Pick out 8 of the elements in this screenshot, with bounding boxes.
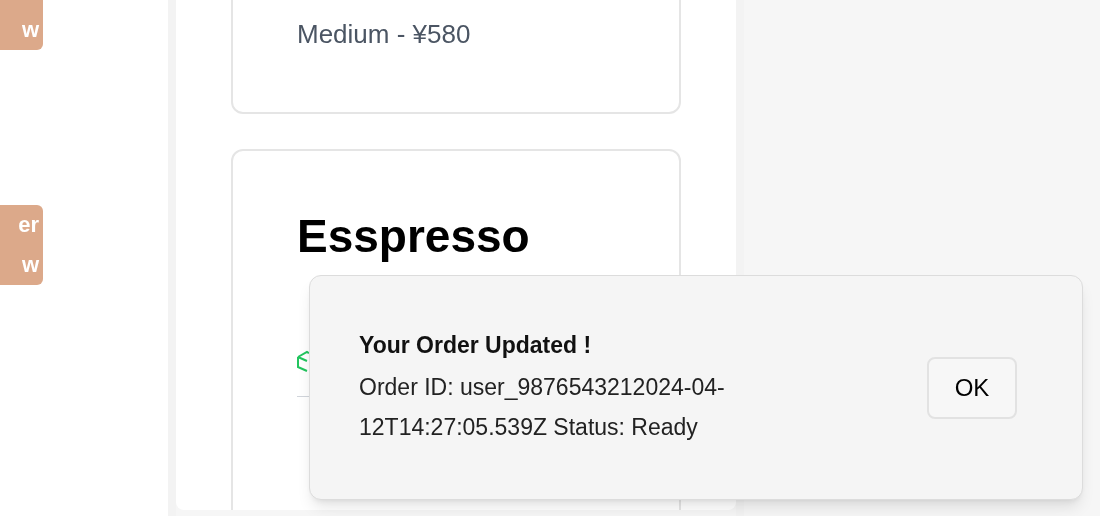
dialog-message: Order ID: user_9876543212024-04-12T14:27:05.539Z Status: Ready bbox=[359, 372, 726, 442]
cube-icon bbox=[297, 349, 309, 373]
dialog-title: Your Order Updated ! bbox=[359, 330, 593, 360]
size-price: Medium - ¥580 bbox=[297, 18, 472, 51]
order-button[interactable]: w bbox=[0, 0, 43, 50]
product-title: Esspresso bbox=[297, 209, 530, 264]
order-button[interactable]: er w bbox=[0, 205, 43, 285]
ok-button[interactable]: OK bbox=[927, 356, 1017, 419]
